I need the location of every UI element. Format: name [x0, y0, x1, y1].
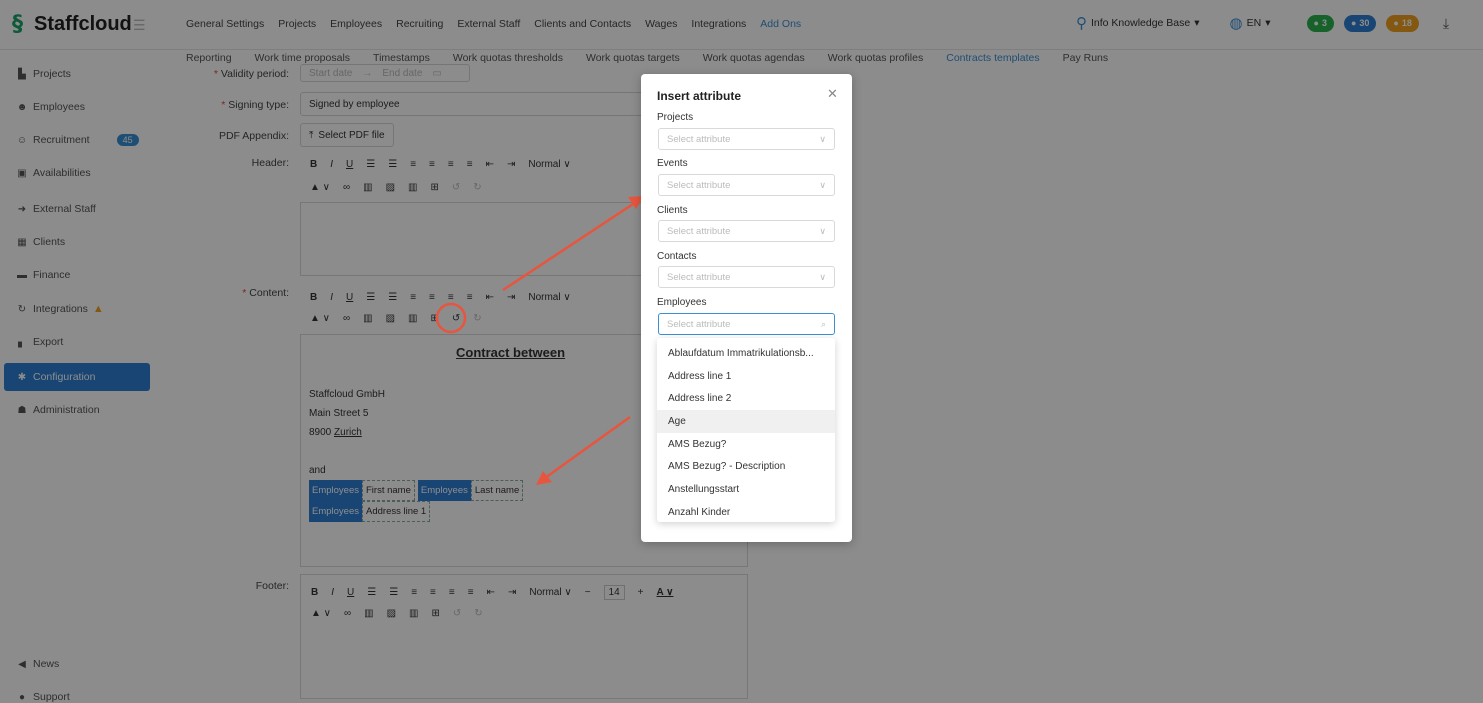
close-icon[interactable]: ✕: [827, 86, 838, 102]
option-anzahl-kinder[interactable]: Anzahl Kinder: [657, 501, 835, 524]
employees-label: Employees: [657, 297, 707, 308]
contacts-label: Contacts: [657, 251, 697, 262]
option-address-line-1[interactable]: Address line 1: [657, 365, 835, 388]
employees-attribute-dropdown: Ablaufdatum Immatrikulationsb... Address…: [657, 338, 835, 522]
clients-label: Clients: [657, 205, 688, 216]
events-label: Events: [657, 158, 688, 169]
option-ablaufdatum[interactable]: Ablaufdatum Immatrikulationsb...: [657, 342, 835, 365]
events-attribute-select[interactable]: Select attribute ∨: [658, 174, 835, 196]
projects-label: Projects: [657, 112, 694, 123]
modal-title: Insert attribute: [657, 89, 742, 103]
chevron-down-icon: ∨: [819, 271, 826, 282]
option-address-line-2[interactable]: Address line 2: [657, 387, 835, 410]
chevron-down-icon: ∨: [819, 179, 826, 190]
option-ams-bezug-description[interactable]: AMS Bezug? - Description: [657, 455, 835, 478]
chevron-down-icon: ∨: [819, 225, 826, 236]
employees-attribute-select[interactable]: Select attribute ⌕: [658, 313, 835, 335]
chevron-down-icon: ∨: [819, 133, 826, 144]
projects-attribute-select[interactable]: Select attribute ∨: [658, 128, 835, 150]
search-icon: ⌕: [820, 318, 826, 329]
option-ams-bezug[interactable]: AMS Bezug?: [657, 433, 835, 456]
contacts-attribute-select[interactable]: Select attribute ∨: [658, 266, 835, 288]
clients-attribute-select[interactable]: Select attribute ∨: [658, 220, 835, 242]
option-anstellungsstart[interactable]: Anstellungsstart: [657, 478, 835, 501]
option-age[interactable]: Age: [657, 410, 835, 433]
